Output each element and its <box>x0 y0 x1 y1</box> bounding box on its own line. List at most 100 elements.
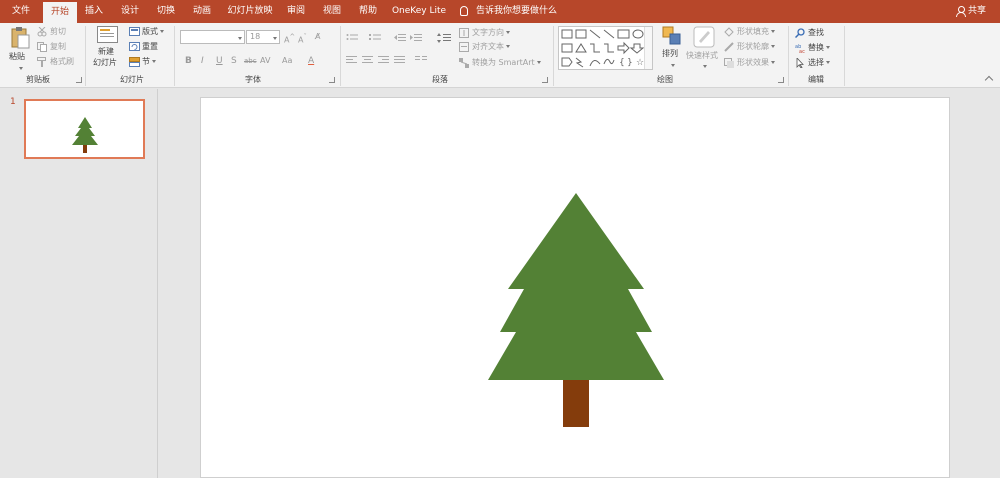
smartart-button[interactable]: 转换为 SmartArt <box>459 57 545 69</box>
clipboard-group-label: 剪贴板 <box>26 75 50 84</box>
font-group-label: 字体 <box>245 75 261 84</box>
strikethrough-button[interactable]: abc <box>244 55 257 67</box>
align-text-button[interactable]: 对齐文本 <box>459 41 523 53</box>
gallery-scroll[interactable] <box>644 27 652 69</box>
section-icon <box>129 57 140 67</box>
increase-font-button[interactable]: A^ <box>284 31 295 45</box>
tab-animations[interactable]: 动画 <box>188 0 216 23</box>
shapes-gallery[interactable]: { } ☆ <box>558 26 653 70</box>
tell-me-search[interactable]: 告诉我你想要做什么 <box>460 0 557 23</box>
bold-button[interactable]: B <box>185 55 192 67</box>
new-slide-icon <box>97 26 118 43</box>
italic-button[interactable]: I <box>201 55 204 67</box>
menu-bar: 文件 开始 插入 设计 切换 动画 幻灯片放映 审阅 视图 帮助 OneKey … <box>0 0 1000 23</box>
share-button[interactable]: 共享 <box>955 0 986 23</box>
tell-me-text: 告诉我你想要做什么 <box>476 6 558 16</box>
arrange-label: 排列 <box>662 49 678 58</box>
align-left-icon[interactable] <box>346 55 357 65</box>
tab-onekey-lite[interactable]: OneKey Lite <box>390 0 448 23</box>
group-divider <box>340 26 341 86</box>
text-direction-button[interactable]: 文字方向 <box>459 27 523 39</box>
font-size-select[interactable]: 18 <box>246 30 280 44</box>
lightbulb-icon <box>460 5 468 16</box>
copy-button[interactable]: 复制 <box>37 41 81 53</box>
arrange-button[interactable]: 排列 <box>660 26 684 72</box>
font-size-value: 18 <box>250 32 261 41</box>
replace-label: 替换 <box>808 43 824 52</box>
shape-outline-button[interactable]: 形状轮廓 <box>724 41 786 53</box>
new-slide-button[interactable]: 新建 幻灯片 <box>91 26 125 72</box>
shape-fill-label: 形状填充 <box>737 27 769 36</box>
tab-insert[interactable]: 插入 <box>80 0 108 23</box>
tree-trunk[interactable] <box>563 380 589 427</box>
font-launcher-icon[interactable] <box>329 77 335 83</box>
increase-indent-icon[interactable] <box>410 33 422 43</box>
decrease-indent-icon[interactable] <box>394 33 406 43</box>
reset-button[interactable]: 重置 <box>129 41 169 53</box>
scissors-icon <box>37 27 47 37</box>
find-button[interactable]: 查找 <box>795 27 835 39</box>
cut-button[interactable]: 剪切 <box>37 26 81 38</box>
format-painter-button[interactable]: 格式刷 <box>37 56 81 68</box>
paint-bucket-icon <box>724 27 734 37</box>
quick-styles-button[interactable]: 快速样式 <box>686 26 722 72</box>
font-name-select[interactable] <box>180 30 245 44</box>
font-color-button[interactable]: A <box>308 55 314 67</box>
tab-view[interactable]: 视图 <box>318 0 346 23</box>
tab-file[interactable]: 文件 <box>4 0 38 23</box>
tab-help[interactable]: 帮助 <box>354 0 382 23</box>
search-icon <box>795 28 805 38</box>
svg-text:ac: ac <box>799 49 805 53</box>
tab-design[interactable]: 设计 <box>116 0 144 23</box>
text-direction-icon <box>459 28 469 38</box>
tab-home[interactable]: 开始 <box>43 2 77 23</box>
clipboard-launcher-icon[interactable] <box>76 77 82 83</box>
align-right-icon[interactable] <box>378 55 389 65</box>
quick-styles-label: 快速样式 <box>686 51 718 60</box>
select-button[interactable]: 选择 <box>795 57 839 69</box>
new-slide-label-2: 幻灯片 <box>93 58 117 67</box>
shapes-icon: { } ☆ <box>561 29 645 68</box>
tab-review[interactable]: 审阅 <box>282 0 310 23</box>
clear-formatting-button[interactable]: A̸ <box>315 31 320 43</box>
section-button[interactable]: 节 <box>129 56 169 68</box>
align-text-label: 对齐文本 <box>472 42 504 51</box>
find-label: 查找 <box>808 28 824 37</box>
layout-button[interactable]: 版式 <box>129 26 169 38</box>
reset-icon <box>129 42 140 51</box>
line-spacing-icon[interactable] <box>437 33 451 43</box>
slide-number: 1 <box>10 97 16 107</box>
replace-button[interactable]: ab ac 替换 <box>795 42 839 54</box>
select-label: 选择 <box>808 58 824 67</box>
format-painter-label: 格式刷 <box>50 57 74 66</box>
tab-transitions[interactable]: 切换 <box>152 0 180 23</box>
decrease-font-button[interactable]: Aˇ <box>298 31 307 45</box>
group-divider <box>174 26 175 86</box>
ribbon: 粘贴 剪切 复制 格式刷 剪贴板 新建 幻灯片 版式 重置 节 幻灯片 18 A… <box>0 23 1000 88</box>
paste-button[interactable]: 粘贴 <box>8 26 32 70</box>
numbering-icon[interactable] <box>369 33 385 43</box>
align-center-icon[interactable] <box>362 55 373 65</box>
cut-label: 剪切 <box>50 27 66 36</box>
character-spacing-button[interactable]: AV <box>260 55 270 67</box>
drawing-launcher-icon[interactable] <box>778 77 784 83</box>
paragraph-launcher-icon[interactable] <box>542 77 548 83</box>
collapse-ribbon-icon[interactable] <box>984 75 994 85</box>
tab-slideshow[interactable]: 幻灯片放映 <box>224 0 276 23</box>
slide-thumbnail-pane: 1 <box>0 89 158 478</box>
slide-canvas[interactable] <box>200 97 950 478</box>
columns-icon[interactable] <box>415 55 428 65</box>
shape-fill-button[interactable]: 形状填充 <box>724 26 786 38</box>
slide-thumbnail[interactable] <box>24 99 145 159</box>
paste-label: 粘贴 <box>9 52 25 61</box>
shadow-button[interactable]: S <box>231 55 237 67</box>
underline-button[interactable]: U <box>216 55 223 67</box>
shape-effects-icon <box>724 58 734 68</box>
bullets-icon[interactable] <box>346 33 362 43</box>
layout-icon <box>129 27 140 36</box>
arrange-icon <box>662 26 681 45</box>
shape-effects-button[interactable]: 形状效果 <box>724 57 786 69</box>
tree-canopy[interactable] <box>488 193 664 380</box>
change-case-button[interactable]: Aa <box>282 55 292 67</box>
justify-icon[interactable] <box>394 55 405 65</box>
